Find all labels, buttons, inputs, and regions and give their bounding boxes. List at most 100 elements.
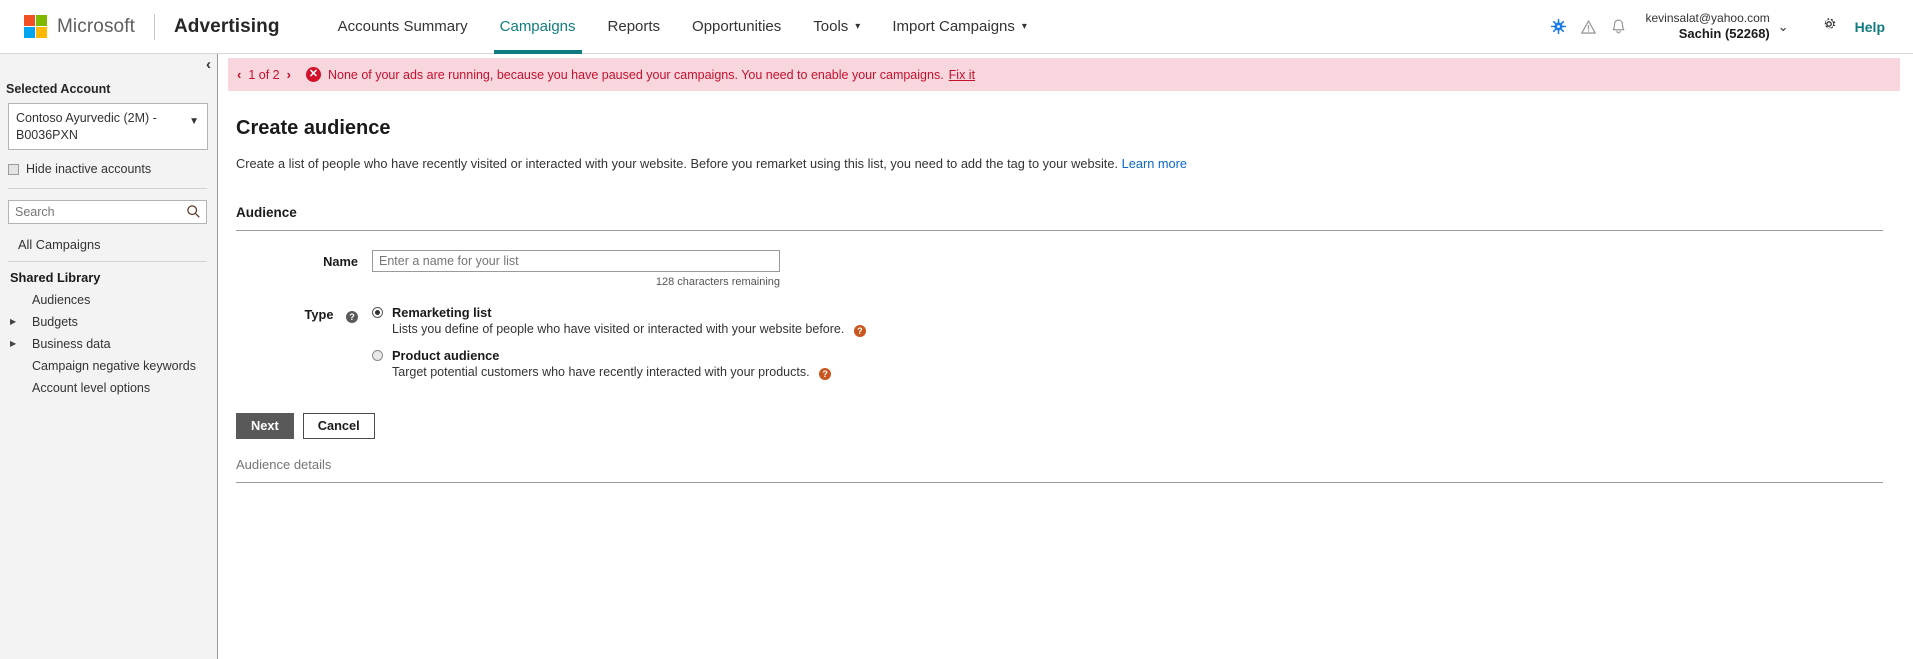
sidebar-item-label: Budgets bbox=[32, 315, 78, 329]
nav-item-opportunities[interactable]: Opportunities bbox=[676, 0, 797, 54]
search-input[interactable] bbox=[9, 201, 206, 223]
alert-pager: 1 of 2 bbox=[248, 67, 280, 82]
radio-option-product-audience[interactable]: Product audience Target potential custom… bbox=[372, 348, 866, 380]
sidebar-item-campaign-negative-keywords[interactable]: Campaign negative keywords bbox=[0, 355, 217, 377]
nav-label: Tools bbox=[813, 18, 849, 35]
type-radio-group: Remarketing list Lists you define of peo… bbox=[372, 305, 866, 391]
type-label-wrap: Type ? bbox=[228, 305, 358, 391]
nav-item-import-campaigns[interactable]: Import Campaigns ▾ bbox=[876, 0, 1043, 54]
sidebar-nav: All Campaigns Shared Library Audiences ▶… bbox=[0, 232, 217, 399]
nav-label: Accounts Summary bbox=[337, 18, 468, 35]
nav-item-reports[interactable]: Reports bbox=[592, 0, 677, 54]
radio-label: Remarketing list bbox=[392, 305, 492, 320]
search-icon[interactable] bbox=[186, 204, 201, 224]
page-title: Create audience bbox=[236, 117, 391, 139]
account-select[interactable]: Contoso Ayurvedic (2M) - B0036PXN ▼ bbox=[8, 103, 208, 150]
radio-description: Target potential customers who have rece… bbox=[392, 365, 866, 380]
sidebar-divider bbox=[8, 188, 207, 189]
sidebar-item-business-data[interactable]: ▶ Business data bbox=[0, 333, 217, 355]
radio-line[interactable]: Remarketing list bbox=[372, 305, 866, 320]
brand-name: Microsoft bbox=[57, 15, 135, 37]
header-divider bbox=[153, 13, 155, 40]
top-header: Microsoft Advertising Accounts Summary C… bbox=[0, 0, 1913, 54]
sun-status-icon[interactable] bbox=[1544, 12, 1574, 42]
help-tooltip-icon[interactable]: ? bbox=[819, 368, 832, 380]
radio-line[interactable]: Product audience bbox=[372, 348, 866, 363]
name-field-row: Name bbox=[228, 250, 1913, 272]
chevron-down-icon: ▾ bbox=[855, 20, 861, 32]
learn-more-link[interactable]: Learn more bbox=[1122, 156, 1187, 171]
sidebar-item-all-campaigns[interactable]: All Campaigns bbox=[0, 232, 217, 257]
nav-label: Opportunities bbox=[692, 18, 782, 35]
account-email: kevinsalat@yahoo.com bbox=[1645, 10, 1770, 25]
nav-item-accounts-summary[interactable]: Accounts Summary bbox=[322, 0, 484, 54]
page-subtitle: Create a list of people who have recentl… bbox=[236, 156, 1913, 171]
nav-item-tools[interactable]: Tools ▾ bbox=[797, 0, 876, 54]
account-switcher[interactable]: kevinsalat@yahoo.com Sachin (52268) bbox=[1646, 11, 1770, 42]
sidebar-item-audiences[interactable]: Audiences bbox=[0, 289, 217, 311]
name-input[interactable] bbox=[372, 250, 780, 272]
sidebar-item-label: Audiences bbox=[32, 293, 91, 307]
nav-label: Import Campaigns bbox=[892, 18, 1015, 35]
alert-message: None of your ads are running, because yo… bbox=[327, 67, 944, 82]
sidebar: ‹ Selected Account Contoso Ayurvedic (2M… bbox=[0, 54, 218, 659]
radio-description: Lists you define of people who have visi… bbox=[392, 322, 866, 337]
bottom-divider bbox=[236, 482, 1883, 484]
sidebar-item-label: Campaign negative keywords bbox=[32, 359, 196, 373]
radio-option-remarketing-list[interactable]: Remarketing list Lists you define of peo… bbox=[372, 305, 866, 337]
sidebar-item-budgets[interactable]: ▶ Budgets bbox=[0, 311, 217, 333]
hide-inactive-accounts-checkbox[interactable]: Hide inactive accounts bbox=[8, 162, 217, 176]
audience-details-label: Audience details bbox=[236, 457, 332, 473]
section-divider bbox=[236, 230, 1883, 231]
help-tooltip-icon[interactable]: ? bbox=[346, 311, 358, 323]
account-name: Sachin (52268) bbox=[1678, 25, 1770, 41]
alert-fix-link[interactable]: Fix it bbox=[949, 68, 975, 82]
expand-triangle-icon[interactable]: ▶ bbox=[10, 340, 22, 348]
account-select-value: Contoso Ayurvedic (2M) - B0036PXN bbox=[16, 111, 157, 142]
form-actions: Next Cancel bbox=[236, 413, 1913, 440]
main-content: Create audience Create a list of people … bbox=[228, 91, 1913, 484]
nav-label: Reports bbox=[607, 18, 661, 35]
error-icon: ✕ bbox=[305, 67, 321, 82]
section-title-audience: Audience bbox=[236, 205, 297, 220]
name-label: Name bbox=[323, 254, 358, 269]
sidebar-collapse-icon[interactable]: ‹ bbox=[206, 56, 211, 73]
nav-label: Campaigns bbox=[499, 18, 576, 35]
radio-description-text: Lists you define of people who have visi… bbox=[392, 322, 845, 336]
alert-next-icon[interactable]: › bbox=[282, 67, 296, 82]
expand-triangle-icon[interactable]: ▶ bbox=[10, 318, 22, 326]
sidebar-group-shared-library: Shared Library bbox=[10, 270, 101, 285]
microsoft-logo[interactable]: Microsoft bbox=[24, 15, 135, 38]
type-field-row: Type ? Remarketing list Lists you define… bbox=[228, 305, 1913, 391]
search-box[interactable] bbox=[8, 200, 207, 224]
radio-button[interactable] bbox=[372, 307, 383, 318]
nav-item-campaigns[interactable]: Campaigns bbox=[484, 0, 592, 54]
alert-prev-icon[interactable]: ‹ bbox=[232, 67, 246, 82]
next-button[interactable]: Next bbox=[236, 413, 294, 440]
help-tooltip-icon[interactable]: ? bbox=[853, 325, 866, 337]
chevron-down-icon: ▼ bbox=[189, 116, 199, 127]
type-label: Type bbox=[304, 307, 334, 322]
radio-button[interactable] bbox=[372, 350, 383, 361]
characters-remaining: 128 characters remaining bbox=[655, 276, 780, 288]
sidebar-divider bbox=[8, 261, 207, 262]
product-name: Advertising bbox=[173, 15, 280, 37]
selected-account-label: Selected Account bbox=[6, 82, 111, 96]
warning-icon[interactable] bbox=[1574, 12, 1604, 42]
cancel-button[interactable]: Cancel bbox=[302, 413, 375, 440]
settings-gear-icon[interactable] bbox=[1821, 16, 1837, 37]
bell-icon[interactable] bbox=[1604, 12, 1634, 42]
sidebar-item-label: Business data bbox=[32, 337, 111, 351]
alert-banner: ‹ 1 of 2 › ✕ None of your ads are runnin… bbox=[228, 58, 1900, 91]
help-link[interactable]: Help bbox=[1855, 19, 1885, 35]
chevron-down-icon: ▾ bbox=[1021, 20, 1027, 32]
radio-description-text: Target potential customers who have rece… bbox=[392, 365, 810, 379]
microsoft-logo-icon bbox=[24, 15, 47, 38]
checkbox-box bbox=[8, 163, 19, 175]
sidebar-item-label: Account level options bbox=[32, 381, 151, 395]
chevron-down-icon[interactable]: ⌄ bbox=[1778, 19, 1789, 35]
sidebar-item-account-level-options[interactable]: Account level options bbox=[0, 377, 217, 399]
radio-label: Product audience bbox=[392, 348, 500, 363]
header-actions: kevinsalat@yahoo.com Sachin (52268) ⌄ He… bbox=[1544, 11, 1913, 42]
main-navigation: Accounts Summary Campaigns Reports Oppor… bbox=[322, 0, 1043, 54]
